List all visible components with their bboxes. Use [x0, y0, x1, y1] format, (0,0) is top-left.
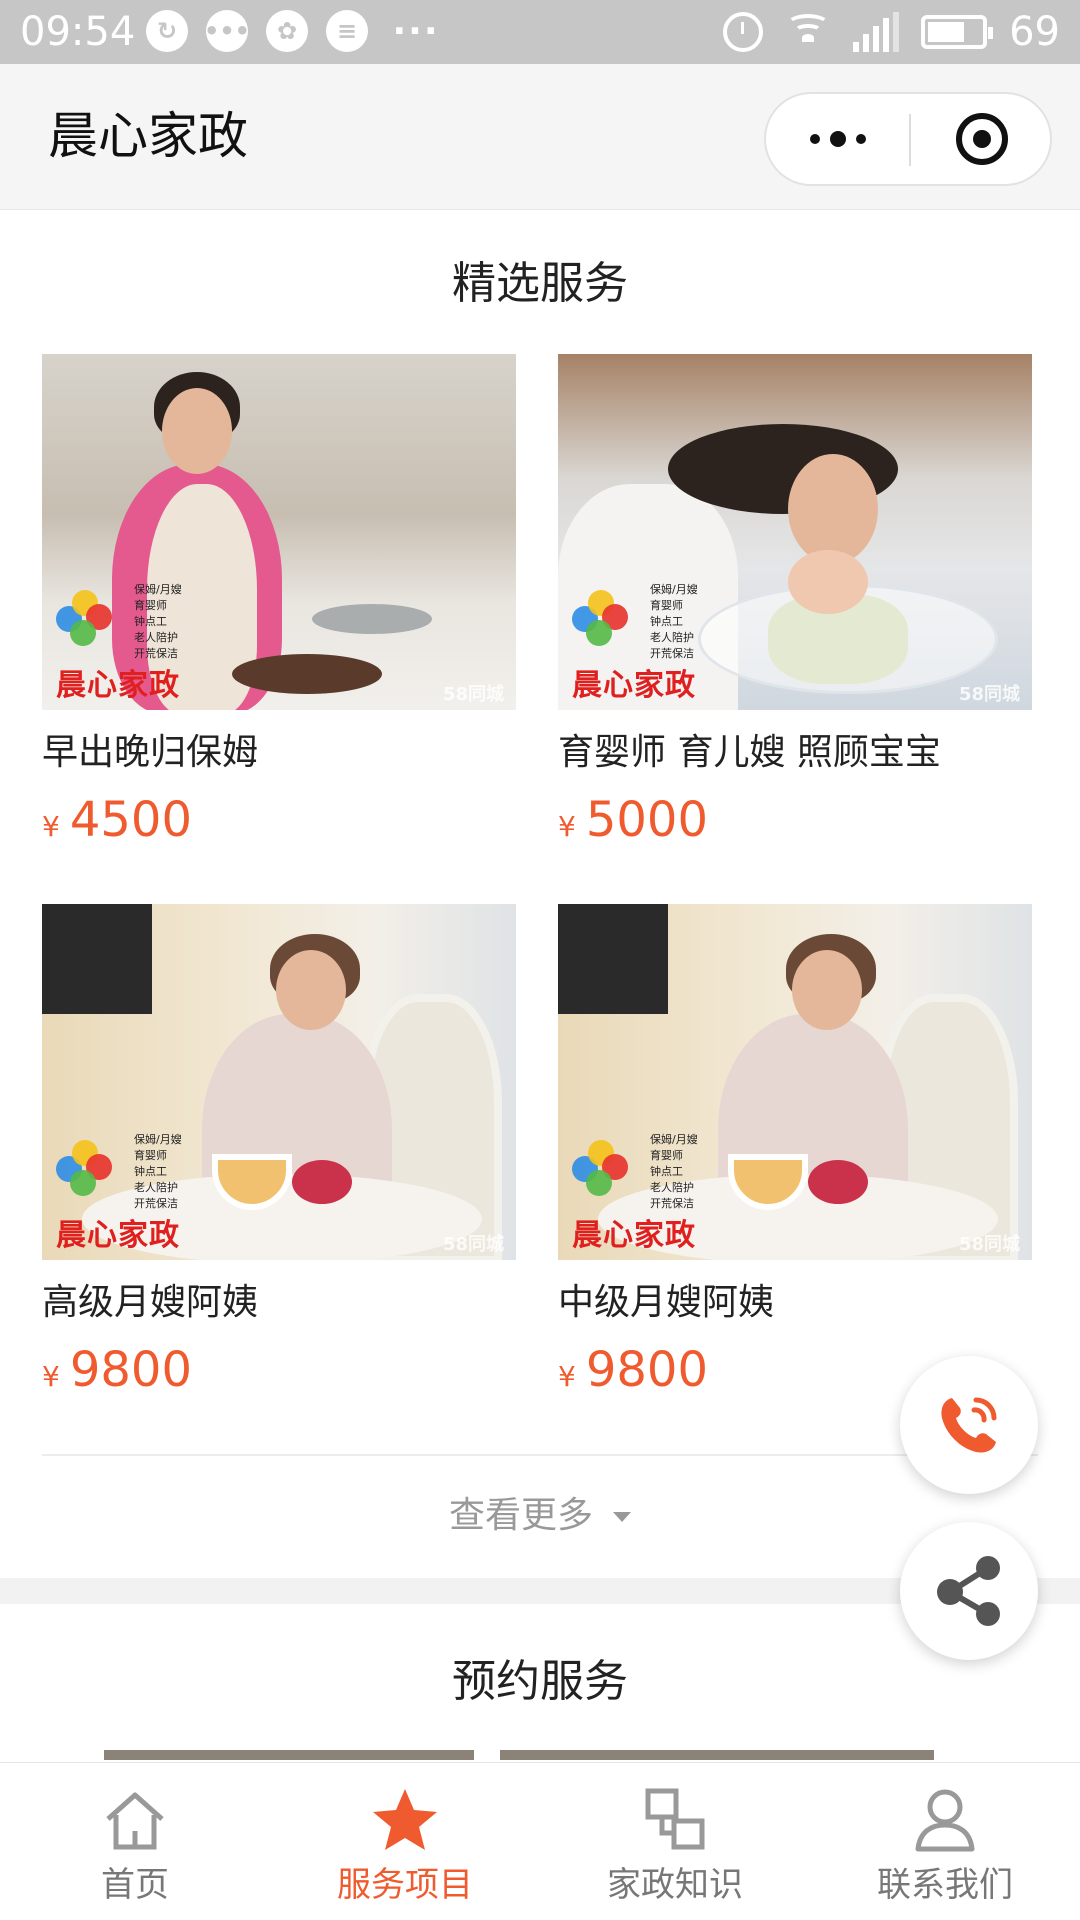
- dot-icon: [809, 134, 820, 144]
- tab-label: 服务项目: [337, 1865, 473, 1905]
- title-bar: 晨心家政: [0, 64, 1080, 210]
- featured-section-title: 精选服务: [452, 258, 628, 309]
- service-image: 保姆/月嫂 育婴师 钟点工 老人陪护 开荒保洁 晨心家政 58同城: [42, 904, 516, 1260]
- signal-icon: [853, 12, 900, 52]
- service-image: 保姆/月嫂 育婴师 钟点工 老人陪护 开荒保洁 晨心家政 58同城: [558, 354, 1032, 710]
- watermark-brand: 晨心家政: [56, 668, 180, 703]
- service-price: ¥5000: [558, 792, 708, 848]
- system-icons: 69: [723, 8, 1060, 56]
- service-name: 早出晚归保姆: [42, 732, 259, 773]
- watermark-services: 保姆/月嫂 育婴师 钟点工 老人陪护 开荒保洁: [650, 1133, 698, 1210]
- page-title: 晨心家政: [48, 107, 248, 165]
- watermark-source: 58同城: [958, 1234, 1020, 1255]
- service-price: ¥4500: [42, 792, 192, 848]
- caret-down-icon: [613, 1512, 631, 1522]
- view-more-label: 查看更多: [448, 1495, 593, 1536]
- watermark-source: 58同城: [958, 684, 1020, 705]
- watermark-source: 58同城: [442, 1234, 504, 1255]
- tab-label: 联系我们: [877, 1865, 1013, 1905]
- tab-bar: 首页 服务项目 家政知识 联系我们: [0, 1762, 1080, 1920]
- service-card[interactable]: 保姆/月嫂 育婴师 钟点工 老人陪护 开荒保洁 晨心家政 58同城 育婴师 育儿嫂 照顾…: [558, 354, 1032, 857]
- brand-logo: [572, 1140, 630, 1198]
- message-icon: ≡: [326, 10, 368, 52]
- share-button[interactable]: [900, 1522, 1038, 1660]
- phone-icon: [941, 1397, 997, 1453]
- watermark-brand: 晨心家政: [572, 668, 696, 703]
- reserve-card-image[interactable]: [500, 1750, 934, 1760]
- service-card[interactable]: 保姆/月嫂 育婴师 钟点工 老人陪护 开荒保洁 晨心家政 58同城 高级月嫂阿姨 ¥98…: [42, 904, 516, 1407]
- watermark-source: 58同城: [442, 684, 504, 705]
- chat-icon: •••: [204, 10, 250, 52]
- service-image: 保姆/月嫂 育婴师 钟点工 老人陪护 开荒保洁 晨心家政 58同城: [42, 354, 516, 710]
- watermark-services: 保姆/月嫂 育婴师 钟点工 老人陪护 开荒保洁: [650, 583, 698, 660]
- tab-services[interactable]: 服务项目: [270, 1763, 540, 1920]
- status-bar: 09:54 ↻ ••• ✿ ≡ ··· 69: [0, 0, 1080, 64]
- service-name: 中级月嫂阿姨: [558, 1282, 775, 1323]
- service-card[interactable]: 保姆/月嫂 育婴师 钟点工 老人陪护 开荒保洁 晨心家政 58同城 早出晚归保姆 ¥45…: [42, 354, 516, 857]
- tab-home[interactable]: 首页: [0, 1763, 270, 1920]
- watermark-brand: 晨心家政: [56, 1218, 180, 1253]
- more-button[interactable]: [766, 94, 909, 184]
- brand-logo: [572, 590, 630, 648]
- home-icon: [106, 1792, 164, 1850]
- dot-icon: [829, 131, 846, 147]
- tab-knowledge[interactable]: 家政知识: [540, 1763, 810, 1920]
- brand-logo: [56, 1140, 114, 1198]
- target-icon: [955, 113, 1008, 165]
- battery-icon: [921, 15, 994, 49]
- watermark-services: 保姆/月嫂 育婴师 钟点工 老人陪护 开荒保洁: [134, 1133, 182, 1210]
- close-button[interactable]: [911, 94, 1052, 184]
- watermark-services: 保姆/月嫂 育婴师 钟点工 老人陪护 开荒保洁: [134, 583, 182, 660]
- service-price: ¥9800: [42, 1342, 192, 1398]
- star-icon: [373, 1789, 437, 1850]
- person-icon: [915, 1789, 975, 1852]
- service-card[interactable]: 保姆/月嫂 育婴师 钟点工 老人陪护 开荒保洁 晨心家政 58同城 中级月嫂阿姨 ¥98…: [558, 904, 1032, 1407]
- mini-program-capsule: [764, 92, 1052, 186]
- status-time: 09:54: [20, 9, 136, 55]
- alarm-icon: [723, 12, 764, 52]
- paw-icon: ✿: [266, 10, 308, 52]
- tab-label: 首页: [101, 1865, 169, 1905]
- service-name: 高级月嫂阿姨: [42, 1282, 259, 1323]
- wifi-icon: [785, 12, 831, 52]
- reserve-card-image[interactable]: [104, 1750, 474, 1760]
- divider: [42, 1454, 1038, 1456]
- share-icon: [934, 1554, 1004, 1628]
- call-button[interactable]: [900, 1356, 1038, 1494]
- notification-icons: ↻ ••• ✿ ≡ ···: [146, 10, 446, 52]
- view-more-button[interactable]: 查看更多: [0, 1490, 1080, 1542]
- dot-icon: [855, 134, 866, 144]
- service-image: 保姆/月嫂 育婴师 钟点工 老人陪护 开荒保洁 晨心家政 58同城: [558, 904, 1032, 1260]
- tab-label: 家政知识: [607, 1865, 743, 1905]
- more-notifications-icon: ···: [392, 10, 440, 52]
- battery-percent: 69: [1009, 9, 1060, 55]
- watermark-brand: 晨心家政: [572, 1218, 696, 1253]
- sync-icon: ↻: [146, 10, 188, 52]
- brand-logo: [56, 590, 114, 648]
- tab-contact[interactable]: 联系我们: [810, 1763, 1080, 1920]
- service-name: 育婴师 育儿嫂 照顾宝宝: [558, 732, 941, 773]
- reserve-section-title: 预约服务: [452, 1656, 628, 1707]
- knowledge-icon: [645, 1788, 705, 1850]
